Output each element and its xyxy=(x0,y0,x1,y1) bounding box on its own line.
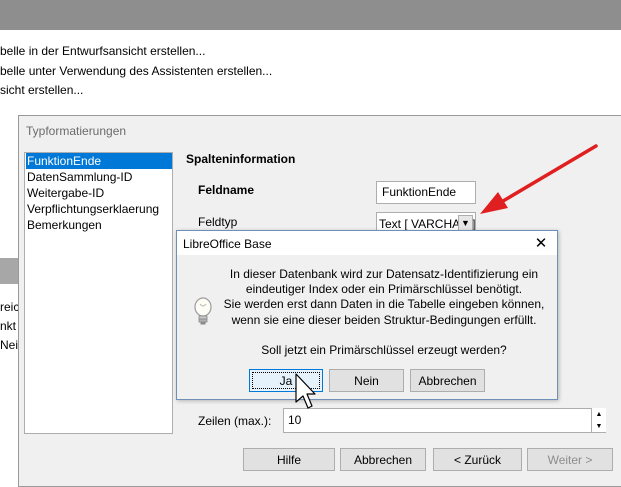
background-text-1: reic xyxy=(0,300,20,314)
lightbulb-icon xyxy=(194,297,212,325)
dialog-title: Typformatierungen xyxy=(26,124,127,138)
message-line-2: eindeutiger Index oder ein Primärschlüss… xyxy=(245,282,523,296)
background-window-titlebar xyxy=(0,0,621,30)
list-item-funktionende[interactable]: FunktionEnde xyxy=(26,153,172,169)
list-item-bemerkungen[interactable]: Bemerkungen xyxy=(26,217,172,233)
field-list[interactable]: FunktionEnde DatenSammlung-ID Weitergabe… xyxy=(24,152,173,434)
spin-up-icon[interactable]: ▲ xyxy=(592,408,606,420)
zurueck-button[interactable]: < Zurück xyxy=(433,448,522,471)
message-line-4: wenn sie eine dieser beiden Struktur-Bed… xyxy=(231,313,537,327)
hilfe-button[interactable]: Hilfe xyxy=(243,448,335,471)
feldtyp-label: Feldtyp xyxy=(198,215,238,229)
dialog-abbrechen-button[interactable]: Abbrechen xyxy=(340,448,426,471)
background-panel-strip xyxy=(0,258,18,284)
background-text-2: nkt xyxy=(0,319,17,333)
close-icon[interactable]: ✕ xyxy=(533,234,549,252)
message-line-1: In dieser Datenbank wird zur Datensatz-I… xyxy=(229,267,539,281)
spin-down-icon[interactable]: ▼ xyxy=(592,420,606,432)
zeilen-label: Zeilen (max.): xyxy=(198,414,272,428)
background-text-3: Nei xyxy=(0,338,19,352)
weiter-button[interactable]: Weiter > xyxy=(527,448,613,471)
feldname-input[interactable]: FunktionEnde xyxy=(376,181,476,204)
nein-button[interactable]: Nein xyxy=(329,369,404,392)
list-item-verpflichtungserklaerung[interactable]: Verpflichtungserklaerung xyxy=(26,201,172,217)
messagebox-title: LibreOffice Base xyxy=(183,237,272,251)
list-item-datensammlung-id[interactable]: DatenSammlung-ID xyxy=(26,169,172,185)
feldname-label: Feldname xyxy=(198,183,255,197)
section-heading: Spalteninformation xyxy=(186,152,296,166)
zeilen-spinner: ▲ ▼ xyxy=(591,408,606,433)
mouse-pointer-icon xyxy=(295,373,316,409)
message-question: Soll jetzt ein Primärschlüssel erzeugt w… xyxy=(261,343,507,357)
messagebox-titlebar: LibreOffice Base ✕ xyxy=(177,231,557,255)
red-arrow-icon xyxy=(480,144,598,214)
task-create-design-view[interactable]: belle in der Entwurfsansicht erstellen..… xyxy=(0,44,205,58)
list-item-weitergabe-id[interactable]: Weitergabe-ID xyxy=(26,185,172,201)
task-create-view[interactable]: sicht erstellen... xyxy=(0,83,83,97)
task-create-with-wizard[interactable]: belle unter Verwendung des Assistenten e… xyxy=(0,64,272,78)
message-line-3: Sie werden erst dann Daten in die Tabell… xyxy=(223,297,545,311)
chevron-down-icon[interactable]: ▼ xyxy=(458,215,473,231)
zeilen-input[interactable]: 10 xyxy=(283,408,606,433)
msg-abbrechen-button[interactable]: Abbrechen xyxy=(410,369,485,392)
